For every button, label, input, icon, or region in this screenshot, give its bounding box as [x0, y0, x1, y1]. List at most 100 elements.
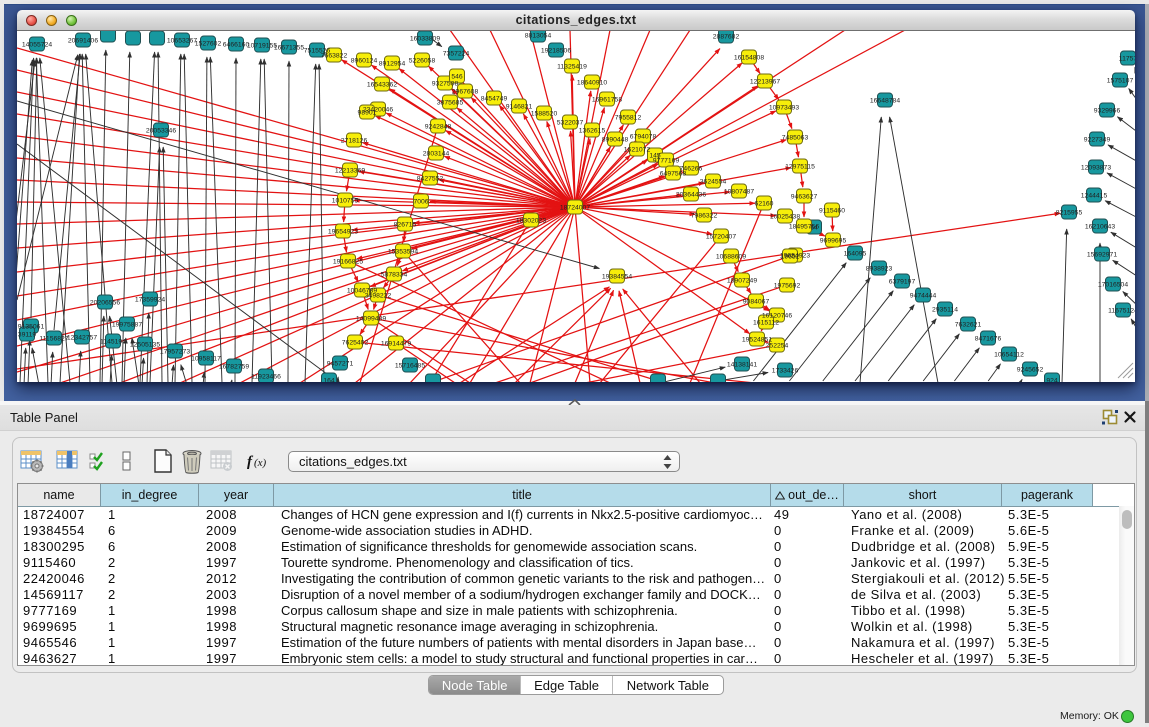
svg-text:826715: 826715 — [394, 221, 417, 228]
svg-text:11923466: 11923466 — [251, 373, 281, 380]
svg-text:2803144: 2803144 — [423, 150, 450, 157]
svg-text:10973493: 10973493 — [769, 104, 799, 111]
svg-text:7955812: 7955812 — [615, 114, 642, 121]
svg-text:10807487: 10807487 — [724, 188, 754, 195]
svg-text:20206556: 20206556 — [90, 299, 120, 306]
svg-text:18640910: 18640910 — [577, 79, 607, 86]
svg-text:19166825: 19166825 — [333, 258, 363, 265]
svg-text:16033809: 16033809 — [410, 35, 440, 42]
svg-text:5226058: 5226058 — [409, 57, 436, 64]
svg-text:15716485: 15716485 — [395, 362, 425, 369]
svg-text:8813054: 8813054 — [525, 32, 552, 39]
svg-text:1733426: 1733426 — [772, 367, 799, 374]
svg-text:9115460: 9115460 — [819, 207, 845, 214]
svg-text:19975887: 19975887 — [112, 321, 142, 328]
svg-text:18724007: 18724007 — [560, 204, 590, 211]
svg-text:39119: 39119 — [18, 331, 37, 338]
svg-text:7632621: 7632621 — [955, 321, 982, 328]
svg-text:12505135: 12505135 — [130, 341, 160, 348]
svg-text:8427552: 8427552 — [417, 175, 444, 182]
svg-text:1527602: 1527602 — [195, 40, 222, 47]
svg-text:2935114: 2935114 — [932, 306, 958, 313]
svg-text:9777169: 9777169 — [653, 157, 680, 164]
svg-text:8454749: 8454749 — [481, 95, 508, 102]
svg-text:8960124: 8960124 — [351, 57, 378, 64]
svg-text:1244415: 1244415 — [1081, 192, 1108, 199]
svg-text:10654112: 10654112 — [994, 351, 1024, 358]
svg-text:2718126: 2718126 — [341, 137, 368, 144]
svg-text:3624554: 3624554 — [700, 178, 727, 185]
svg-text:19218506: 19218506 — [541, 47, 571, 54]
svg-text:12213967: 12213967 — [750, 78, 780, 85]
svg-text:546: 546 — [451, 73, 463, 80]
svg-text:19384554: 19384554 — [602, 273, 632, 280]
svg-text:20053346: 20053346 — [146, 127, 176, 134]
svg-text:62160: 62160 — [755, 200, 774, 207]
svg-text:17957273: 17957273 — [160, 348, 190, 355]
svg-text:7357224: 7357224 — [443, 50, 470, 57]
svg-text:14055724: 14055724 — [22, 41, 52, 48]
svg-text:f: f — [247, 454, 254, 470]
svg-text:14138141: 14138141 — [727, 361, 757, 368]
svg-text:8471676: 8471676 — [975, 335, 1002, 342]
svg-text:5322037: 5322037 — [557, 119, 584, 126]
svg-text:164095: 164095 — [844, 250, 867, 257]
svg-text:9329966: 9329966 — [1094, 107, 1121, 114]
svg-text:1010755: 1010755 — [332, 197, 359, 204]
svg-text:3875685: 3875685 — [437, 99, 464, 106]
svg-text:9135061: 9135061 — [18, 323, 45, 330]
svg-text:20364436: 20364436 — [676, 191, 706, 198]
svg-text:18495756: 18495756 — [789, 223, 819, 230]
svg-text:3498222: 3498222 — [365, 292, 392, 299]
svg-text:11156827: 11156827 — [39, 335, 68, 342]
svg-text:10653267: 10653267 — [167, 37, 197, 44]
svg-text:1615112: 1615112 — [753, 319, 779, 326]
svg-text:16914479: 16914479 — [381, 340, 411, 347]
svg-text:5878334: 5878334 — [381, 271, 408, 278]
svg-text:20691406: 20691406 — [68, 37, 98, 44]
svg-text:6466160: 6466160 — [223, 41, 250, 48]
svg-text:17016504: 17016504 — [1098, 281, 1128, 288]
svg-text:9699695: 9699695 — [820, 237, 847, 244]
svg-text:9084067: 9084067 — [743, 298, 770, 305]
svg-text:1621072: 1621072 — [624, 146, 651, 153]
svg-text:11757: 11757 — [1119, 55, 1135, 62]
svg-text:6497568: 6497568 — [660, 170, 687, 177]
svg-text:18302023: 18302023 — [516, 217, 546, 224]
svg-text:11675124: 11675124 — [1108, 307, 1135, 314]
svg-text:16961758: 16961758 — [592, 96, 622, 103]
svg-text:15353594: 15353594 — [388, 248, 418, 255]
svg-text:1362615: 1362615 — [579, 127, 606, 134]
svg-text:2967608: 2967608 — [452, 88, 479, 95]
svg-text:19652: 19652 — [781, 253, 800, 260]
svg-text:16543362: 16543362 — [367, 81, 397, 88]
svg-text:15720407: 15720407 — [706, 233, 736, 240]
svg-text:18907249: 18907249 — [727, 277, 757, 284]
svg-text:1145194: 1145194 — [100, 338, 126, 345]
svg-text:1588520: 1588520 — [531, 110, 558, 117]
svg-text:11325419: 11325419 — [557, 63, 587, 70]
svg-text:8990448: 8990448 — [602, 136, 629, 143]
svg-text:9245652: 9245652 — [1017, 366, 1044, 373]
svg-text:14099489: 14099489 — [356, 315, 386, 322]
svg-text:12093873: 12093873 — [1081, 164, 1111, 171]
svg-text:6379197: 6379197 — [889, 278, 916, 285]
svg-text:7625402: 7625402 — [342, 339, 369, 346]
svg-text:9327508: 9327508 — [432, 80, 459, 87]
svg-text:10688609: 10688609 — [716, 253, 746, 260]
svg-text:7986322: 7986322 — [691, 212, 718, 219]
svg-text:17359924: 17359924 — [135, 296, 165, 303]
svg-text:15692971: 15692971 — [1087, 251, 1117, 258]
svg-text:7663822: 7663822 — [321, 52, 348, 59]
svg-text:7485063: 7485063 — [782, 134, 809, 141]
svg-text:8215955: 8215955 — [1056, 209, 1083, 216]
svg-text:6794078: 6794078 — [630, 133, 657, 140]
svg-text:16648784: 16648784 — [870, 97, 900, 104]
svg-text:10719155: 10719155 — [247, 42, 277, 49]
svg-text:12975115: 12975115 — [785, 163, 815, 170]
svg-text:9146821: 9146821 — [506, 103, 533, 110]
svg-text:16782759: 16782759 — [219, 363, 249, 370]
svg-text:1975692: 1975692 — [774, 282, 801, 289]
svg-text:16671355: 16671355 — [274, 44, 304, 51]
svg-text:9242848: 9242848 — [425, 123, 452, 130]
